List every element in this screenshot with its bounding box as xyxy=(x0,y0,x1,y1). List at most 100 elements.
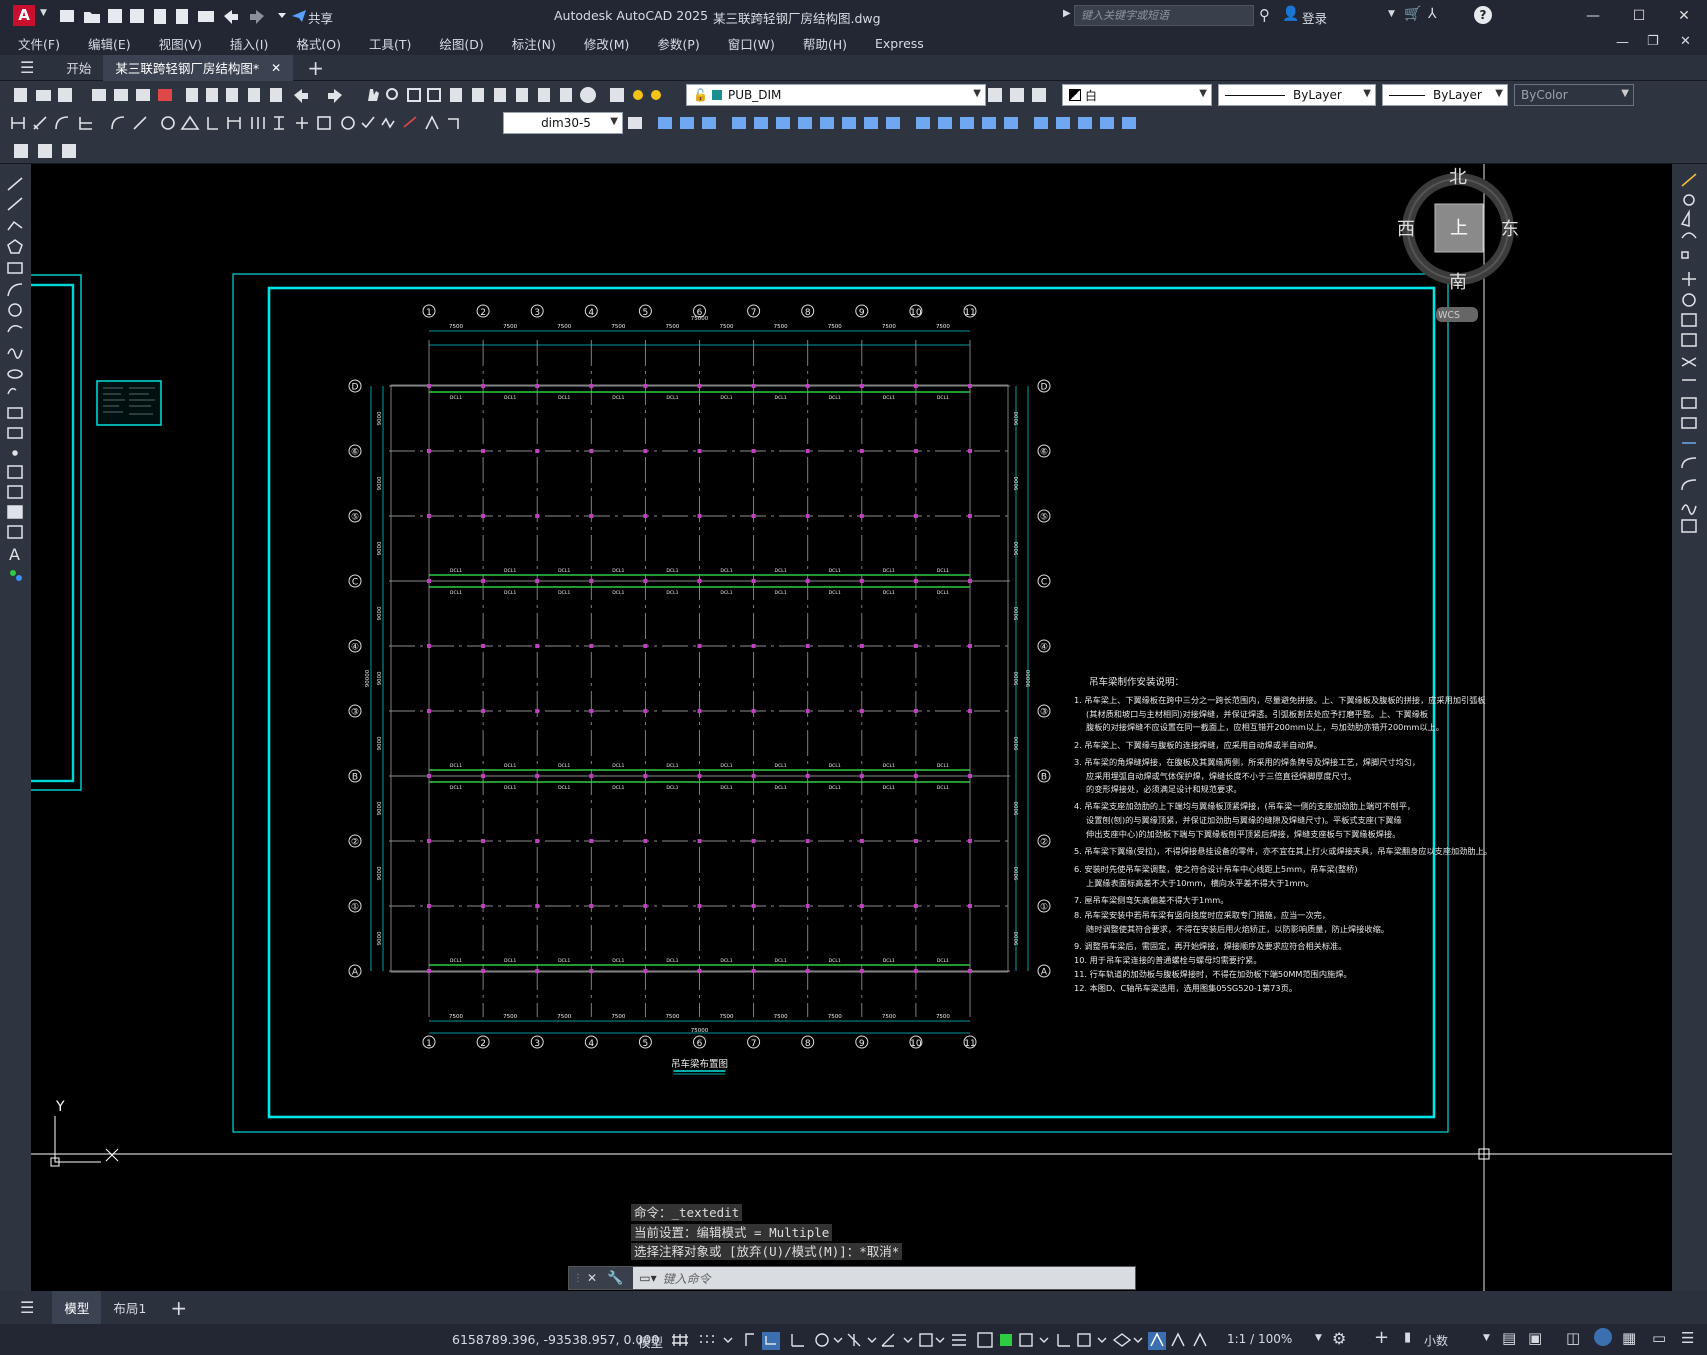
app-menu-chevron-icon[interactable]: ▼ xyxy=(40,8,47,18)
chevron-right-icon[interactable]: ▶ xyxy=(1063,8,1071,19)
spline-icon[interactable] xyxy=(7,348,23,359)
login-button[interactable]: 登录 xyxy=(1302,8,1327,27)
stretch-icon[interactable] xyxy=(842,117,856,129)
break-right-icon[interactable] xyxy=(1681,417,1697,429)
make-block-icon[interactable] xyxy=(38,144,52,158)
array-right-icon[interactable] xyxy=(1681,251,1689,259)
dimstyle-dropdown[interactable]: dim30-5 ▼ xyxy=(503,112,623,134)
selection-filter-icon[interactable] xyxy=(1077,1333,1091,1347)
rotate-right-icon[interactable] xyxy=(1682,293,1696,307)
zoom-window-icon[interactable] xyxy=(407,88,421,102)
trim-right-icon[interactable] xyxy=(1681,357,1697,367)
copy-icon[interactable] xyxy=(206,88,218,102)
attribute-icon[interactable] xyxy=(62,144,76,158)
annotation-scale-icon[interactable] xyxy=(1193,1332,1207,1347)
infer-constraints-icon[interactable] xyxy=(745,1333,754,1346)
transparency-icon[interactable] xyxy=(977,1332,993,1348)
block-icon[interactable] xyxy=(7,427,23,439)
mtext-icon[interactable]: A xyxy=(9,545,20,564)
properties-icon[interactable] xyxy=(450,88,462,102)
scale-dropdown-icon[interactable]: ▼ xyxy=(1315,1333,1322,1343)
menu-tools[interactable]: 工具(T) xyxy=(351,34,421,53)
trim-icon[interactable] xyxy=(864,117,878,129)
zoom-realtime-icon[interactable] xyxy=(386,88,398,100)
make-current-layer-icon[interactable] xyxy=(988,88,1002,102)
workspace-gear-icon[interactable]: ⚙ xyxy=(1332,1329,1346,1348)
region-icon[interactable] xyxy=(7,505,23,519)
hatch-icon[interactable] xyxy=(7,465,23,479)
graphics-performance-icon[interactable] xyxy=(1594,1328,1612,1346)
offset-right-icon[interactable] xyxy=(1681,232,1697,239)
tab-layout1[interactable]: 布局1 xyxy=(101,1291,158,1324)
3d-dwf-icon[interactable] xyxy=(158,89,172,101)
units-dropdown-icon[interactable]: ▼ xyxy=(1483,1333,1490,1343)
previous-layer-icon[interactable] xyxy=(1032,88,1046,102)
help-icon[interactable]: ? xyxy=(1474,6,1492,24)
lineweight-dropdown[interactable]: ByLayer ▼ xyxy=(1382,84,1508,106)
open-sheet-icon[interactable] xyxy=(154,9,166,24)
autocad-logo[interactable]: A xyxy=(13,5,35,26)
insert-icon[interactable] xyxy=(7,407,23,419)
ellipse-arc-icon[interactable] xyxy=(7,387,17,395)
draworder-under-icon[interactable] xyxy=(1100,117,1114,129)
layer-properties-icon[interactable] xyxy=(610,88,624,102)
arc-length-icon[interactable] xyxy=(55,116,69,130)
annotation-scale-readout[interactable]: 1:1 / 100% xyxy=(1227,1332,1292,1346)
open-file-icon[interactable] xyxy=(36,90,51,101)
tab-close-icon[interactable]: ✕ xyxy=(271,61,281,75)
copy-object-icon[interactable] xyxy=(680,117,694,129)
publish-file-icon[interactable] xyxy=(136,89,150,101)
join-icon[interactable] xyxy=(938,117,952,129)
units-icon[interactable]: ▮ xyxy=(1404,1330,1411,1345)
arc-icon[interactable] xyxy=(7,283,23,297)
save-file-icon[interactable] xyxy=(58,88,72,102)
toolbar-help-icon[interactable] xyxy=(580,87,596,103)
coordinates-readout[interactable]: 6158789.396, -93538.957, 0.000 xyxy=(452,1332,659,1347)
gizmo-dropdown-icon[interactable] xyxy=(1133,1337,1143,1343)
fillet-right-icon[interactable] xyxy=(1681,479,1697,491)
share-label[interactable]: 共享 xyxy=(308,8,333,27)
menu-parametric[interactable]: 参数(P) xyxy=(639,34,709,53)
command-grip-icon[interactable]: ⋮ xyxy=(573,1273,583,1284)
fillet-icon[interactable] xyxy=(982,117,996,129)
publish-icon[interactable] xyxy=(176,9,188,24)
line-icon[interactable] xyxy=(7,177,23,191)
undo-icon[interactable] xyxy=(224,10,238,24)
clean-screen-icon[interactable]: ▭ xyxy=(1652,1329,1666,1347)
text-to-front-icon[interactable] xyxy=(1122,117,1136,129)
viewcube-east[interactable]: 东 xyxy=(1501,219,1519,240)
linear-dim-icon[interactable] xyxy=(11,117,25,129)
dim-style-manager-icon[interactable] xyxy=(628,117,642,129)
menu-file[interactable]: 文件(F) xyxy=(0,34,70,53)
print-preview-icon[interactable] xyxy=(114,89,128,101)
tool-palettes-icon[interactable] xyxy=(494,88,506,102)
model-space-button[interactable]: 模型 xyxy=(638,1332,663,1351)
auto-scale-icon[interactable] xyxy=(1171,1332,1185,1347)
iso-dropdown-icon[interactable] xyxy=(867,1337,877,1343)
menu-format[interactable]: 格式(O) xyxy=(278,34,351,53)
erase-icon[interactable] xyxy=(658,117,672,129)
toolbar-redo-icon[interactable] xyxy=(328,89,342,103)
sheet-set-icon[interactable] xyxy=(516,88,528,102)
extend-icon[interactable] xyxy=(886,117,900,129)
match-properties-icon[interactable] xyxy=(248,88,260,102)
chamfer-right-icon[interactable] xyxy=(1681,457,1697,469)
plot-icon[interactable] xyxy=(198,11,214,22)
revision-cloud-icon[interactable] xyxy=(7,325,23,333)
menu-express[interactable]: Express xyxy=(857,36,934,51)
array-icon[interactable] xyxy=(754,117,768,129)
scale-icon[interactable] xyxy=(820,117,834,129)
command-history-icon[interactable]: ▭▾ xyxy=(639,1271,656,1285)
blend-icon[interactable] xyxy=(1681,504,1697,515)
calculator-icon[interactable] xyxy=(560,88,572,102)
layer-on-icon[interactable] xyxy=(633,90,643,100)
hardware-acceleration-icon[interactable]: ▦ xyxy=(1622,1329,1636,1347)
tab-drawing[interactable]: 某三联跨轻钢厂房结构图* ✕ xyxy=(103,54,294,81)
ellipse-icon[interactable] xyxy=(7,369,23,379)
3d-osnap-icon[interactable] xyxy=(1019,1333,1033,1347)
ordinate-dim-icon[interactable] xyxy=(79,117,92,130)
gradient-icon[interactable] xyxy=(7,485,23,499)
insert-block-icon[interactable] xyxy=(14,144,28,158)
selection-cycling-icon[interactable] xyxy=(1000,1334,1012,1346)
menu-modify[interactable]: 修改(M) xyxy=(566,34,640,53)
